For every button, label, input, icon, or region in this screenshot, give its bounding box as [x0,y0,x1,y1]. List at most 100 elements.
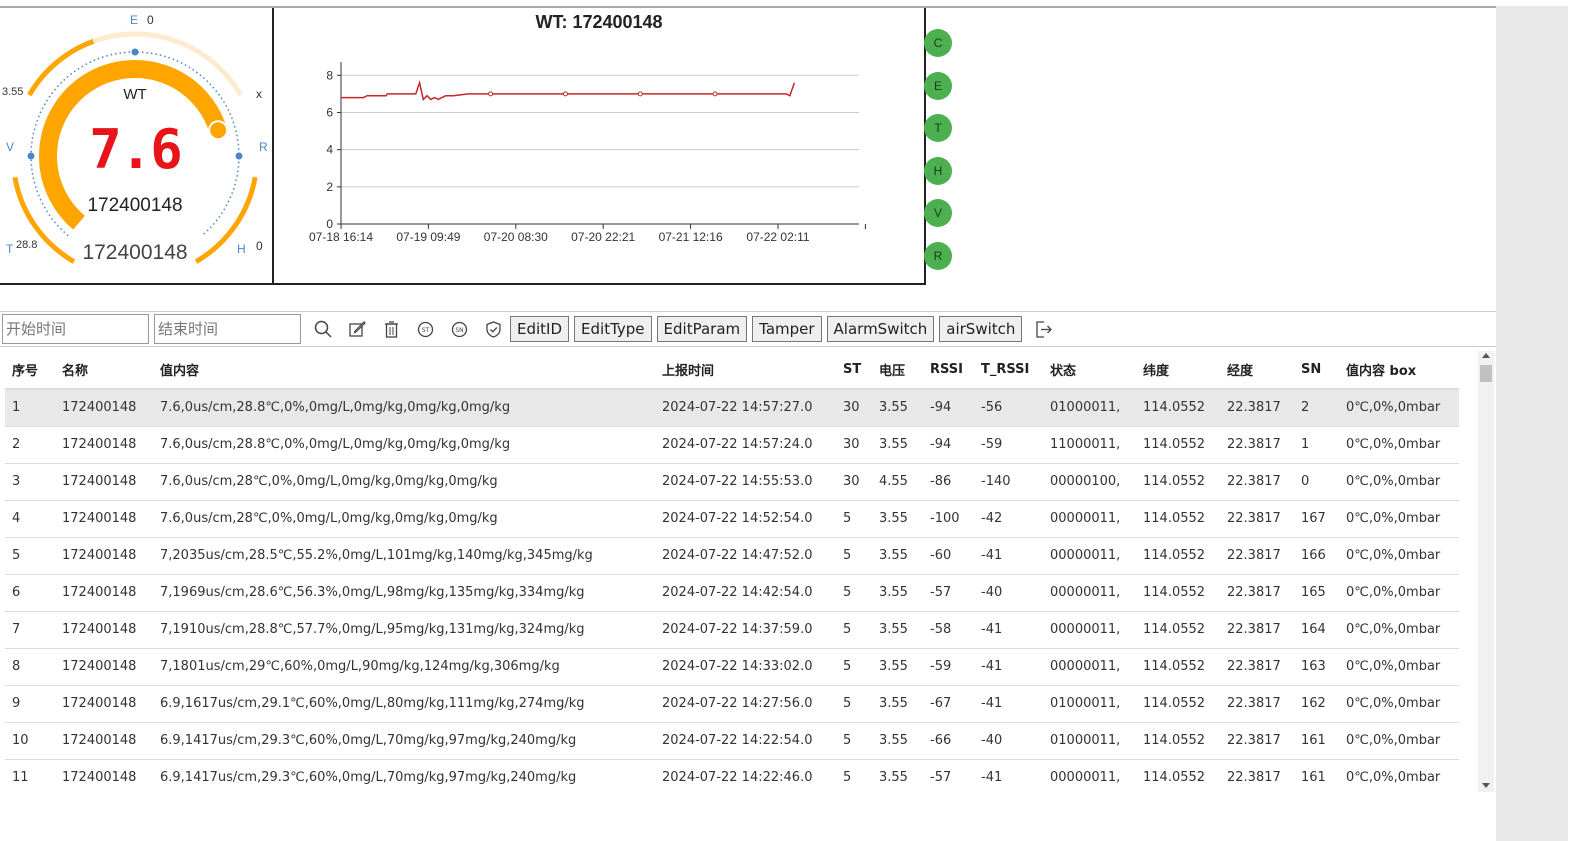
table-cell: 114.0552 [1136,536,1220,574]
table-cell: 114.0552 [1136,499,1220,537]
table-cell: -41 [974,536,1043,574]
start-time-input[interactable] [2,314,149,344]
scroll-thumb[interactable] [1480,365,1492,382]
gauge-marker-dot [27,152,35,160]
table-cell: 22.3817 [1220,388,1294,426]
table-cell: 7,1969us/cm,28.6℃,56.3%,0mg/L,98mg/kg,13… [153,573,655,611]
table-row[interactable]: 7 172400148 7,1910us/cm,28.8℃,57.7%,0mg/L,… [5,610,1459,648]
shield-icon[interactable] [476,314,510,344]
column-header[interactable]: 序号 [5,351,55,390]
table-cell: 2024-07-22 14:22:54.0 [655,721,836,759]
table-row[interactable]: 9 172400148 6.9,1617us/cm,29.1℃,60%,0mg/L,… [5,684,1459,722]
side-button-r[interactable]: R [924,241,952,270]
edit-icon[interactable] [340,314,374,344]
column-header[interactable]: 值内容 box [1339,351,1459,390]
table-cell: 166 [1294,536,1339,574]
column-header[interactable]: T_RSSI [974,351,1043,390]
side-button-h[interactable]: H [924,156,952,185]
side-button-v[interactable]: V [924,199,952,227]
column-header[interactable]: ST [836,351,872,390]
table-cell: 0℃,0%,0mbar [1339,499,1459,537]
series-point [562,91,568,97]
table-cell: 6.9,1417us/cm,29.3℃,60%,0mg/L,70mg/kg,97… [153,721,655,759]
table-cell: 5 [836,536,872,574]
edit-id-button[interactable]: EditID [510,316,570,342]
column-header[interactable]: RSSI [923,351,974,390]
tamper-button[interactable]: Tamper [752,316,822,342]
edit-type-button[interactable]: EditType [574,316,652,342]
table-cell: 22.3817 [1220,573,1294,611]
table-cell: 22.3817 [1220,758,1294,792]
svg-text:SN: SN [455,327,463,334]
table-cell: 114.0552 [1136,573,1220,611]
table-cell: 172400148 [55,684,153,722]
table-cell: 3.55 [872,499,923,537]
side-button-t[interactable]: T [924,114,952,142]
page-gutter [1496,6,1568,841]
x-tick-label: 07-19 09:49 [396,230,460,244]
table-cell: 5 [5,536,55,574]
sn-icon[interactable]: SN [442,314,476,344]
x-tick-label: 07-22 02:11 [746,230,809,244]
column-header[interactable]: 纬度 [1136,351,1220,390]
end-time-input[interactable] [154,314,301,344]
table-cell: 114.0552 [1136,721,1220,759]
column-header[interactable]: 状态 [1043,351,1136,390]
table-cell: 22.3817 [1220,610,1294,648]
edit-param-button[interactable]: EditParam [656,316,748,342]
column-header[interactable]: 电压 [872,351,923,390]
table-row[interactable]: 8 172400148 7,1801us/cm,29℃,60%,0mg/L,90mg… [5,647,1459,685]
scroll-up-arrow-icon[interactable] [1482,353,1490,358]
table-scrollbar[interactable] [1478,351,1494,792]
table-cell: 172400148 [55,721,153,759]
table-cell: 5 [836,610,872,648]
alarm-switch-button[interactable]: AlarmSwitch [826,316,935,342]
side-button-c[interactable]: C [924,29,952,57]
table-cell: 1 [5,388,55,426]
side-button-e[interactable]: E [924,71,952,100]
trash-icon[interactable] [374,314,408,344]
table-row[interactable]: 10 172400148 6.9,1417us/cm,29.3℃,60%,0mg/L… [5,721,1459,759]
table-cell: 00000011, [1043,536,1136,574]
column-header[interactable]: 经度 [1220,351,1294,390]
table-cell: 0℃,0%,0mbar [1339,610,1459,648]
table-cell: 2024-07-22 14:55:53.0 [655,462,836,500]
table-row[interactable]: 3 172400148 7.6,0us/cm,28℃,0%,0mg/L,0mg/kg… [5,462,1459,500]
table-cell: -40 [974,721,1043,759]
table-row[interactable]: 6 172400148 7,1969us/cm,28.6℃,56.3%,0mg/L,… [5,573,1459,611]
table-row[interactable]: 2 172400148 7.6,0us/cm,28.8℃,0%,0mg/L,0mg/… [5,425,1459,463]
table-row[interactable]: 11 172400148 6.9,1417us/cm,29.3℃,60%,0mg/L… [5,758,1459,792]
line-chart: 0 2 4 6 8 07-18 16:14 07-19 09:49 07-20 08:30 07… [309,62,866,244]
column-header[interactable]: SN [1294,351,1339,390]
table-cell: 7.6,0us/cm,28.8℃,0%,0mg/L,0mg/kg,0mg/kg,… [153,425,655,463]
y-tick-label: 8 [326,68,333,82]
table-cell: 3.55 [872,721,923,759]
column-header[interactable]: 值内容 [153,351,655,390]
gauge-label-e-value: 0 [147,13,154,27]
table-cell: 5 [836,647,872,685]
table-cell: 8 [5,647,55,685]
table-cell: 172400148 [55,499,153,537]
table-cell: 6.9,1617us/cm,29.1℃,60%,0mg/L,80mg/kg,11… [153,684,655,722]
table-row[interactable]: 4 172400148 7.6,0us/cm,28℃,0%,0mg/L,0mg/kg… [5,499,1459,537]
table-row[interactable]: 5 172400148 7,2035us/cm,28.5℃,55.2%,0mg/L,… [5,536,1459,574]
st-icon[interactable]: ST [408,314,442,344]
scroll-down-arrow-icon[interactable] [1482,783,1490,788]
air-switch-button[interactable]: airSwitch [939,316,1023,342]
search-icon[interactable] [306,314,340,344]
gauge-marker-dot [235,152,243,160]
table-cell: 5 [836,758,872,792]
table-cell: -56 [974,388,1043,426]
table-cell: -66 [923,721,974,759]
table-cell: 2 [5,425,55,463]
table-cell: 167 [1294,499,1339,537]
column-header[interactable]: 名称 [55,351,153,390]
logout-icon[interactable] [1027,314,1061,344]
table-cell: 9 [5,684,55,722]
column-header[interactable]: 上报时间 [655,351,836,390]
table-row[interactable]: 1 172400148 7.6,0us/cm,28.8℃,0%,0mg/L,0mg/… [5,388,1459,426]
table-cell: 2024-07-22 14:37:59.0 [655,610,836,648]
x-tick-label: 07-21 12:16 [659,230,723,244]
table-cell: 162 [1294,684,1339,722]
table-cell: 5 [836,721,872,759]
